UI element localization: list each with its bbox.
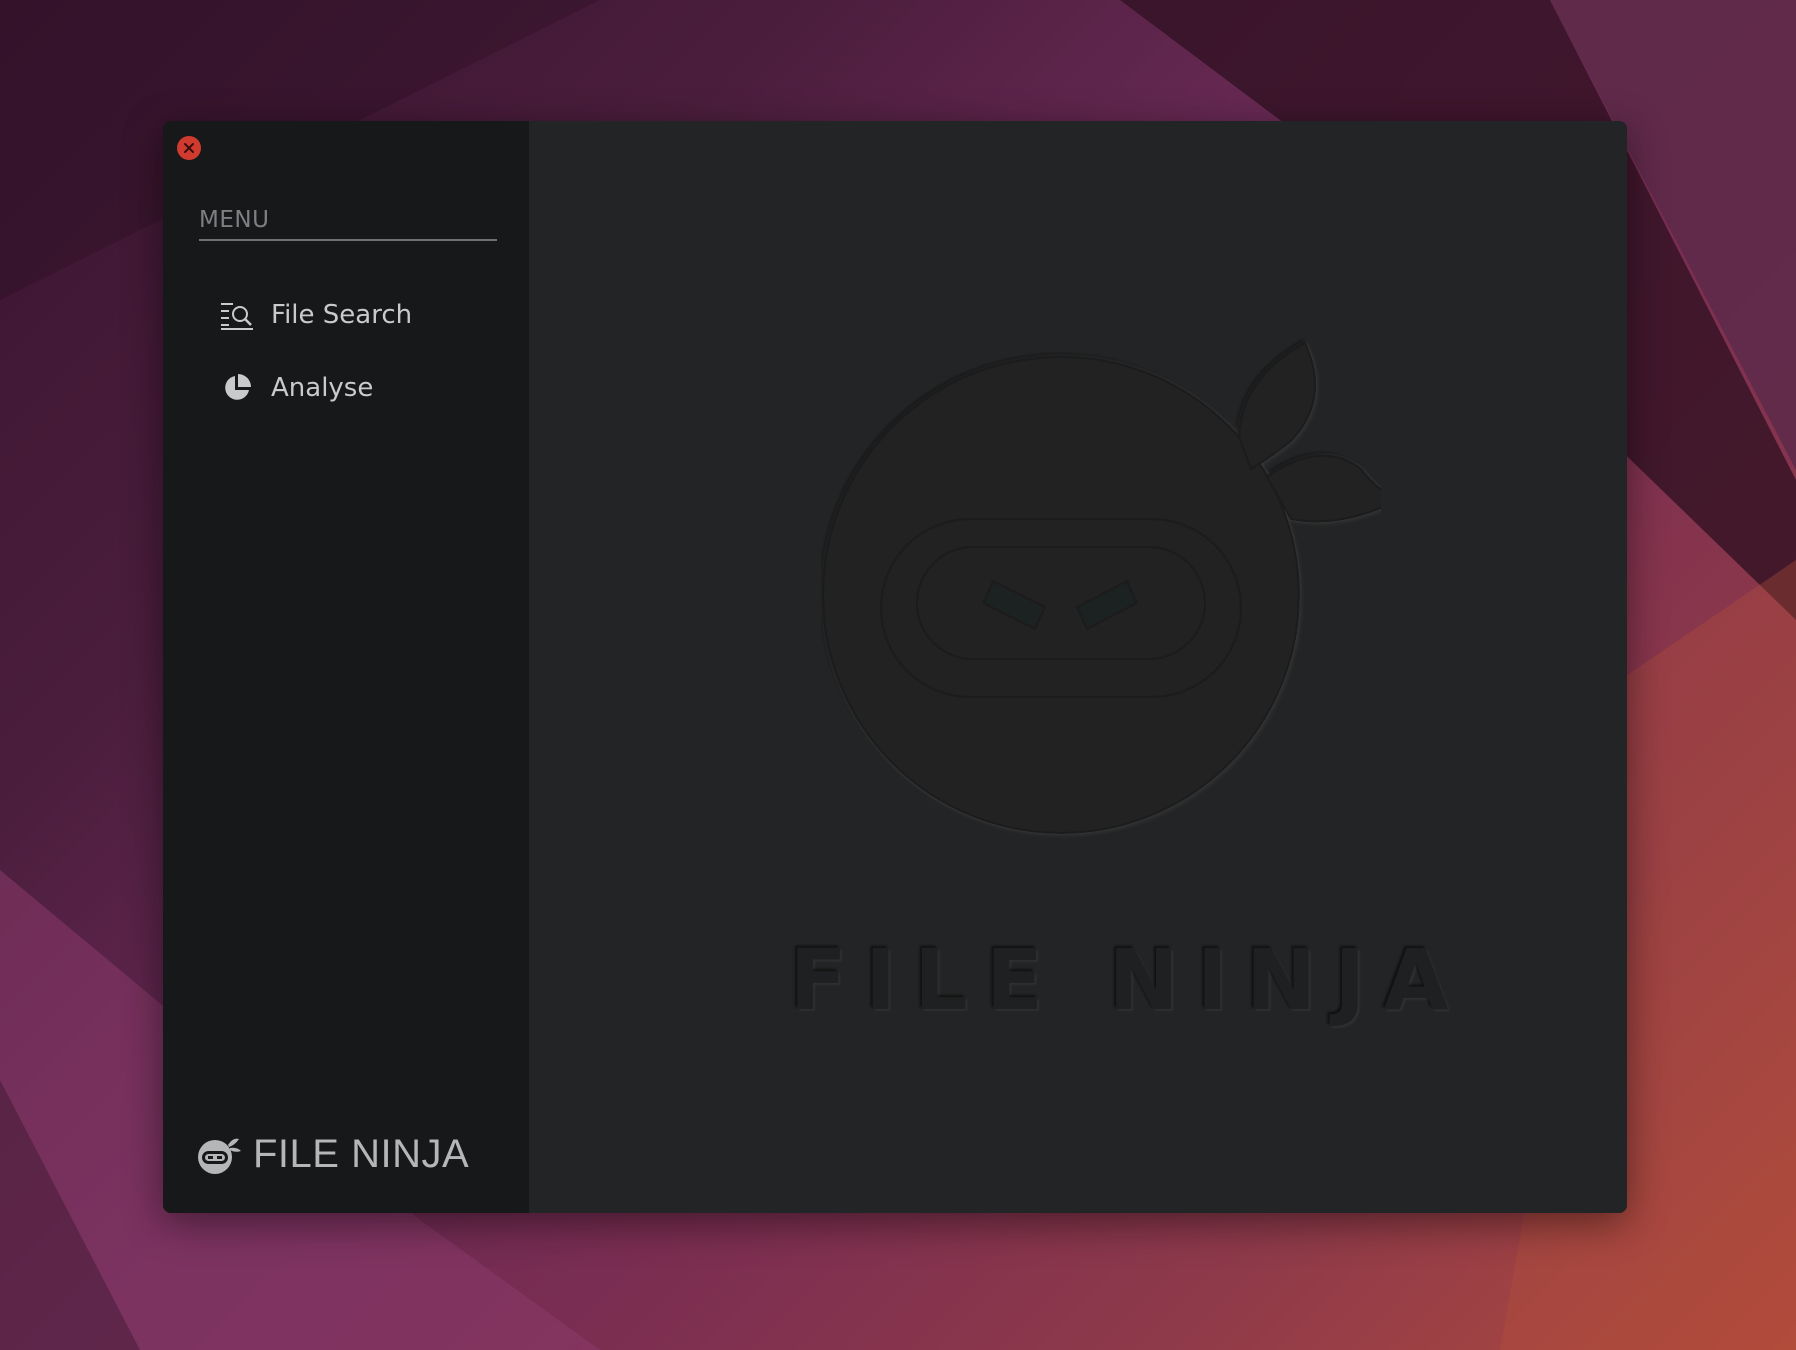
ninja-watermark-icon	[822, 341, 1381, 834]
watermark-title: FILE NINJA	[789, 931, 1467, 1029]
sidebar-item-label: Analyse	[271, 373, 374, 403]
sidebar-item-label: File Search	[271, 300, 413, 330]
main-content: FILE NINJA	[529, 121, 1627, 1213]
sidebar: MENU File Search Analyse FILE NINJA	[163, 121, 529, 1213]
brand-footer: FILE NINJA	[195, 1132, 469, 1177]
ninja-logo-icon	[198, 1138, 241, 1174]
pie-chart-icon	[219, 370, 255, 406]
menu-heading: MENU	[199, 207, 497, 241]
file-search-icon	[219, 297, 255, 333]
desktop-background: MENU File Search Analyse FILE NINJA FILE…	[0, 0, 1796, 1350]
sidebar-item-analyse[interactable]: Analyse	[219, 370, 373, 406]
sidebar-item-file-search[interactable]: File Search	[219, 297, 412, 333]
brand-name: FILE NINJA	[253, 1132, 470, 1176]
close-button[interactable]	[177, 136, 201, 160]
close-icon	[184, 143, 194, 153]
app-window: MENU File Search Analyse FILE NINJA FILE…	[163, 121, 1627, 1213]
